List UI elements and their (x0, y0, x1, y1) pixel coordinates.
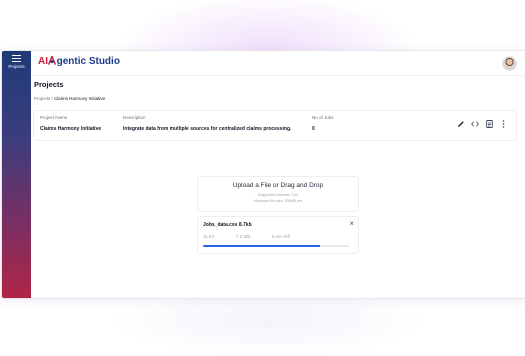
sidebar-item-projects[interactable]: Projects (2, 55, 31, 69)
supported-format-text: Supported format: Csv (257, 192, 299, 197)
breadcrumb: Projects / Claims Harmony Initiative (34, 96, 105, 101)
file-name: Jobs_data.csv 8.7kb (203, 222, 252, 228)
menu-list-icon (12, 55, 21, 63)
upload-progress-fill (203, 245, 320, 247)
page-title: Projects (34, 80, 64, 89)
project-actions (457, 120, 507, 128)
project-name-column: Project Name Claims Harmony Initiative (40, 115, 101, 132)
app-logo[interactable]: AI gentic Studio (38, 54, 120, 67)
time-left: 5 sec left (272, 234, 291, 239)
breadcrumb-root[interactable]: Projects (34, 96, 50, 101)
pencil-icon[interactable] (457, 120, 465, 128)
logo-prefix: AI (38, 56, 48, 67)
upload-progress-bar (203, 245, 349, 247)
project-name: Claims Harmony Initiative (40, 126, 102, 132)
project-row[interactable]: Project Name Claims Harmony Initiative D… (33, 110, 517, 141)
jobs-count: 0 (312, 126, 315, 132)
jobs-header: No of Jobs (312, 115, 334, 120)
logo-a-icon (48, 54, 57, 65)
uploading-file-card: Jobs_data.csv 8.7kb × XLSX 7.2 MB 5 sec … (197, 216, 359, 254)
max-size-text: Maximum file size: 200MB per (253, 199, 303, 203)
code-icon[interactable] (471, 120, 479, 128)
sidebar: Projects (2, 51, 31, 298)
description-header: Description (123, 115, 146, 120)
upload-dropzone[interactable]: Upload a File or Drag and Drop Supported… (197, 176, 359, 212)
file-size: 7.2 MB (236, 234, 251, 239)
breadcrumb-current: Claims Harmony Initiative (54, 96, 106, 101)
logo-text: gentic Studio (56, 56, 120, 67)
avatar[interactable] (502, 56, 517, 71)
app-window: Projects AI gentic Studio (1, 50, 525, 299)
project-name-header: Project Name (40, 115, 68, 120)
upload-title: Upload a File or Drag and Drop (232, 182, 324, 189)
project-description: Integrate data from multiple sources for… (123, 126, 292, 132)
project-description-column: Description Integrate data from multiple… (123, 115, 291, 132)
document-icon[interactable] (485, 120, 493, 128)
sidebar-item-label: Projects (8, 64, 25, 69)
more-vertical-icon[interactable] (499, 120, 507, 128)
top-bar: AI gentic Studio (31, 51, 525, 76)
jobs-column: No of Jobs 0 (312, 115, 334, 132)
file-type: XLSX (203, 234, 215, 239)
close-icon[interactable]: × (349, 219, 354, 229)
breadcrumb-separator: / (51, 96, 53, 101)
